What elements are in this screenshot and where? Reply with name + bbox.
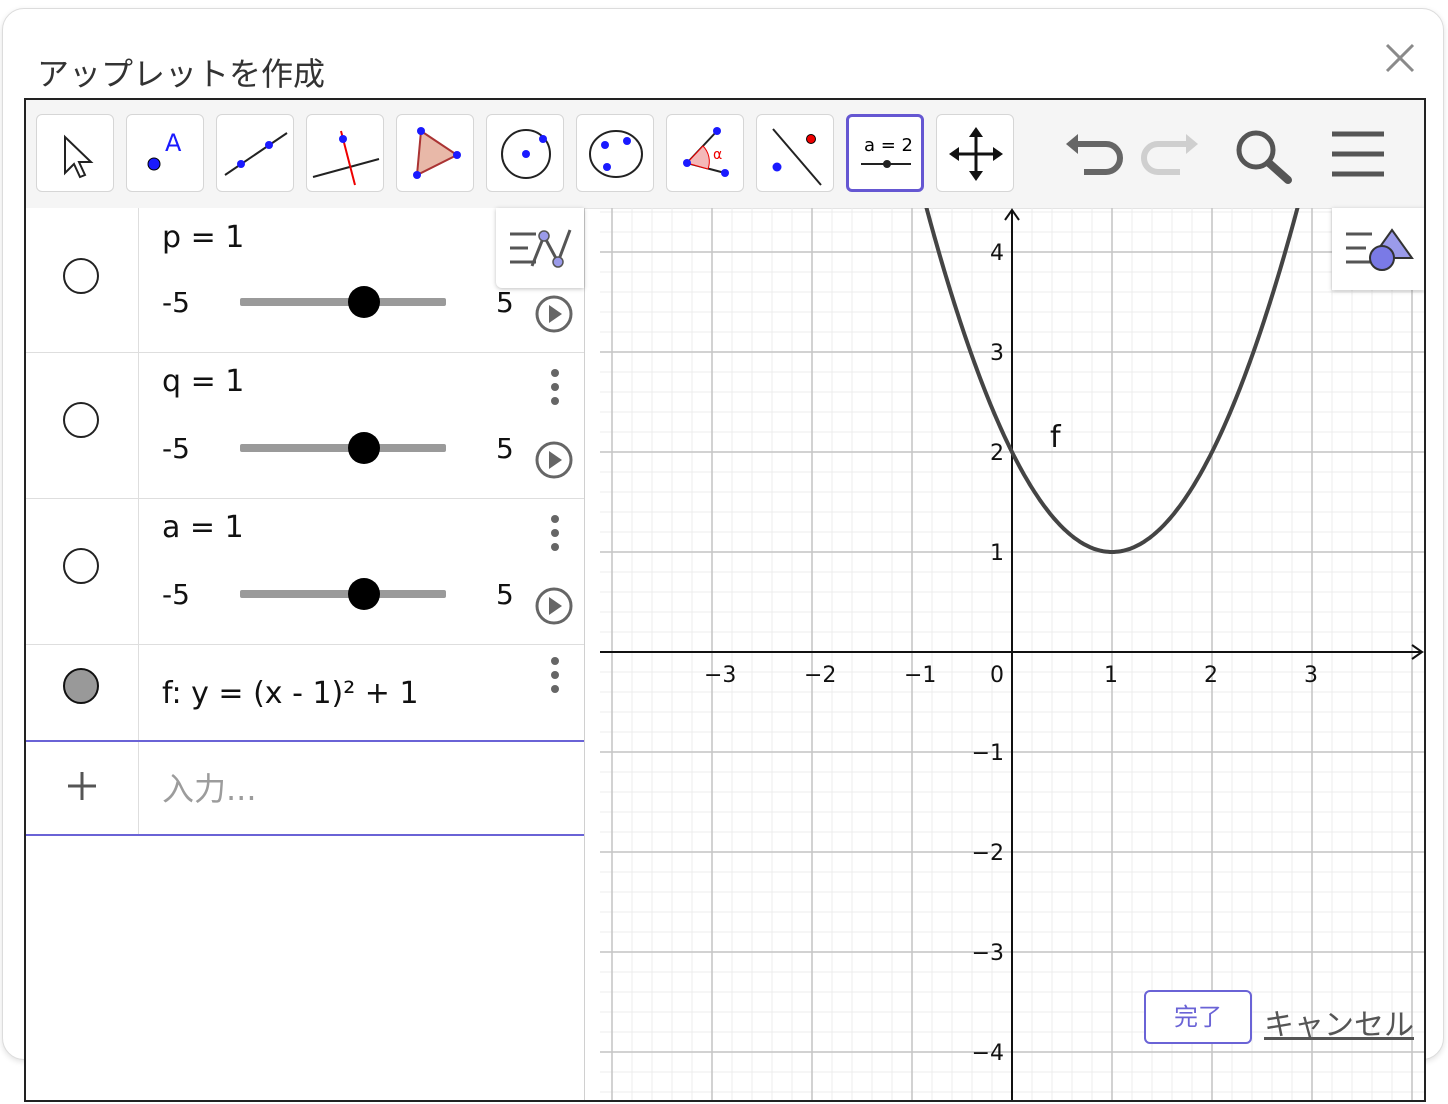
x-tick-label: −2 <box>804 663 836 688</box>
slider-max: 5 <box>496 286 514 319</box>
function-label[interactable]: f <box>1050 420 1062 455</box>
y-tick-label: −2 <box>972 841 1004 866</box>
slider-handle[interactable] <box>347 432 380 464</box>
slider-track[interactable] <box>240 444 446 452</box>
move-graphics-view-icon <box>949 127 1003 181</box>
polygon-tool-icon <box>413 127 461 179</box>
slider-max: 5 <box>496 578 514 611</box>
close-icon[interactable] <box>1381 39 1419 77</box>
function-equation[interactable]: f: y = (x - 1)² + 1 <box>162 676 419 711</box>
toolbar: A α a = 2 <box>26 100 1424 209</box>
algebra-style-bar-button[interactable] <box>496 208 584 288</box>
slider-equation[interactable]: q = 1 <box>162 364 244 399</box>
slider-tool-label: a = 2 <box>864 135 913 156</box>
cancel-link[interactable]: キャンセル <box>1264 1000 1414 1044</box>
line-tool-button[interactable] <box>216 114 294 192</box>
point-tool-button[interactable]: A <box>126 114 204 192</box>
perpendicular-line-tool-icon <box>312 130 380 186</box>
search-icon[interactable] <box>1232 126 1296 186</box>
y-tick-label: 2 <box>990 441 1004 466</box>
slider-min: -5 <box>162 286 190 319</box>
play-icon[interactable] <box>534 440 574 480</box>
angle-tool-icon: α <box>683 127 729 177</box>
input-bar[interactable]: 入力... <box>162 764 257 810</box>
algebra-style-bar-icon <box>510 229 572 268</box>
visibility-toggle[interactable] <box>63 548 99 584</box>
dialog-title: アップレットを作成 <box>37 55 326 93</box>
y-tick-label: −3 <box>972 941 1004 966</box>
x-tick-label: 0 <box>990 663 1004 688</box>
move-tool-button[interactable] <box>36 114 114 192</box>
function-row: f: y = (x - 1)² + 1 <box>26 644 584 740</box>
circle-tool-icon <box>501 129 551 179</box>
y-tick-label: 4 <box>990 241 1004 266</box>
more-options-icon[interactable] <box>548 514 562 552</box>
angle-tool-button[interactable]: α <box>666 114 744 192</box>
reflect-tool-icon <box>772 128 822 186</box>
graphics-style-bar-icon <box>1346 228 1414 271</box>
slider-equation[interactable]: p = 1 <box>162 220 244 255</box>
y-tick-label: −4 <box>972 1041 1004 1066</box>
circle-tool-button[interactable] <box>486 114 564 192</box>
move-graphics-view-button[interactable] <box>936 114 1014 192</box>
y-tick-label: 3 <box>990 341 1004 366</box>
slider-track[interactable] <box>240 590 446 598</box>
algebra-view: p = 1 -5 5 q = 1 -5 5 a = 1 -5 5 f: y = … <box>26 208 585 1100</box>
play-icon[interactable] <box>534 586 574 626</box>
move-tool-icon <box>64 134 94 179</box>
redo-icon[interactable] <box>1138 128 1202 184</box>
reflect-tool-button[interactable] <box>756 114 834 192</box>
x-tick-label: 3 <box>1304 663 1318 688</box>
more-options-icon[interactable] <box>548 368 562 406</box>
axes <box>600 208 1424 1100</box>
done-button[interactable]: 完了 <box>1144 990 1252 1044</box>
x-tick-label: −3 <box>704 663 736 688</box>
visibility-toggle[interactable] <box>63 668 99 704</box>
y-tick-label: −1 <box>972 741 1004 766</box>
x-tick-label: −1 <box>904 663 936 688</box>
menu-icon[interactable] <box>1328 128 1388 180</box>
slider-min: -5 <box>162 432 190 465</box>
graphics-view[interactable]: −3 −2 −1 0 1 2 3 4 3 2 1 −1 −2 −3 −4 f <box>600 208 1424 1100</box>
slider-row-a: a = 1 -5 5 <box>26 498 584 645</box>
slider-row-q: q = 1 -5 5 <box>26 352 584 499</box>
play-icon[interactable] <box>534 294 574 334</box>
point-tool-icon: A <box>147 129 182 171</box>
input-row: 入力... <box>26 740 584 836</box>
graphics-style-bar-button[interactable] <box>1332 208 1424 290</box>
slider-tool-icon: a = 2 <box>861 135 913 168</box>
y-tick-label: 1 <box>990 541 1004 566</box>
svg-text:α: α <box>713 147 722 163</box>
slider-track[interactable] <box>240 298 446 306</box>
geogebra-app: A α a = 2 p = 1 -5 5 q = 1 -5 5 a = 1 -5… <box>24 98 1426 1102</box>
undo-icon[interactable] <box>1062 128 1126 184</box>
slider-handle[interactable] <box>347 578 380 610</box>
polygon-tool-button[interactable] <box>396 114 474 192</box>
visibility-toggle[interactable] <box>63 258 99 294</box>
conic-tool-button[interactable] <box>576 114 654 192</box>
slider-tool-button[interactable]: a = 2 <box>846 114 924 192</box>
line-tool-icon <box>224 132 288 176</box>
conic-tool-icon <box>589 130 643 178</box>
perpendicular-line-tool-button[interactable] <box>306 114 384 192</box>
visibility-toggle[interactable] <box>63 402 99 438</box>
slider-equation[interactable]: a = 1 <box>162 510 244 545</box>
x-tick-label: 2 <box>1204 663 1218 688</box>
slider-handle[interactable] <box>347 286 380 318</box>
plus-icon[interactable] <box>66 770 98 802</box>
x-tick-label: 1 <box>1104 663 1118 688</box>
svg-text:A: A <box>165 129 182 157</box>
slider-max: 5 <box>496 432 514 465</box>
slider-min: -5 <box>162 578 190 611</box>
more-options-icon[interactable] <box>548 656 562 694</box>
